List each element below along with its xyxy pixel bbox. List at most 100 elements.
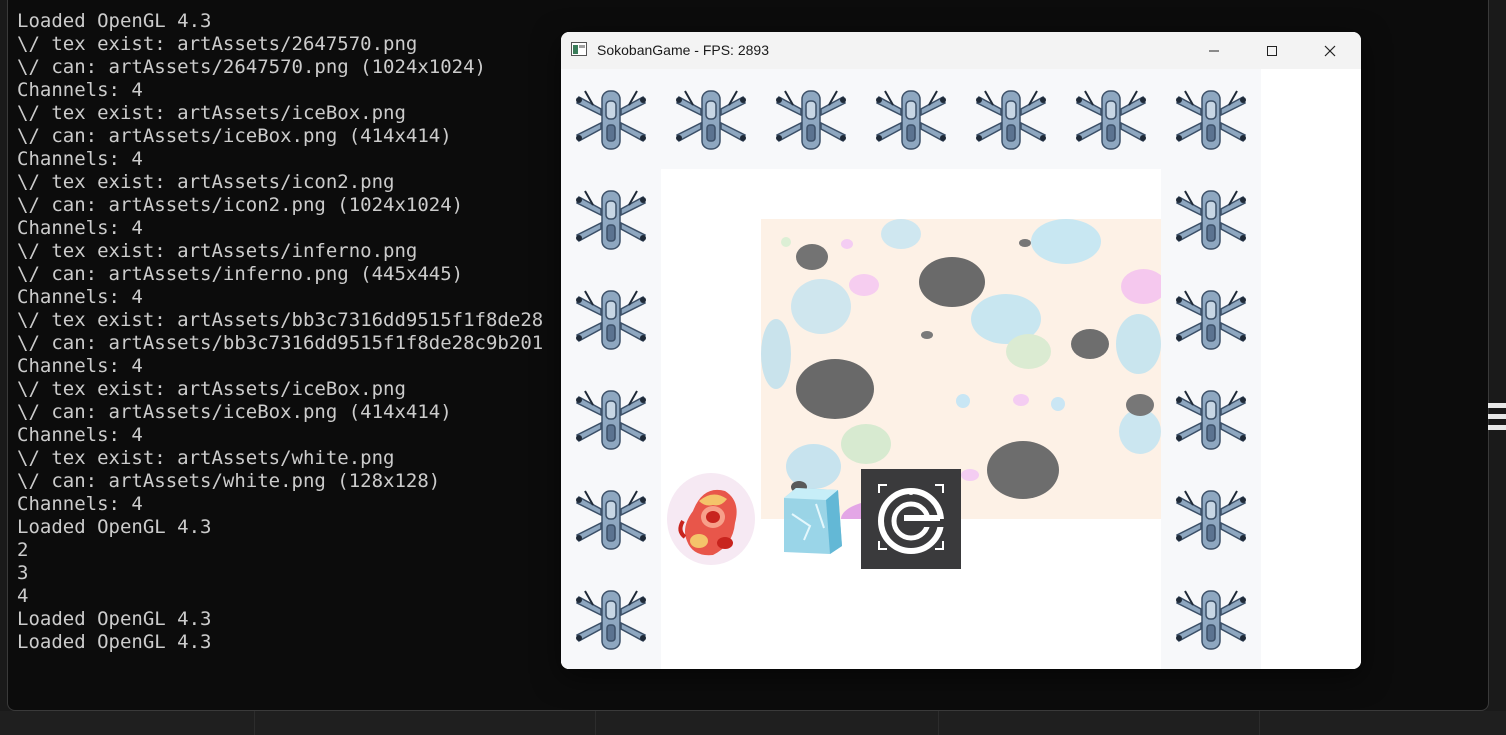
terminal-line: \/ can: artAssets/2647570.png (1024x1024…: [17, 56, 486, 78]
wall-tile: [561, 69, 661, 169]
wall-tile: [561, 369, 661, 469]
spaceship-wall-icon: [1176, 90, 1246, 150]
floor-speckle: [796, 359, 874, 419]
game-viewport[interactable]: [561, 69, 1361, 669]
terminal-line: \/ tex exist: artAssets/bb3c7316dd9515f1…: [17, 309, 544, 331]
terminal-line: Loaded OpenGL 4.3: [17, 516, 212, 538]
floor-speckle: [1019, 239, 1031, 247]
floor-speckle: [1071, 329, 1109, 359]
spaceship-wall-icon: [1176, 490, 1246, 550]
wall-tile: [861, 69, 961, 169]
wall-tile: [1161, 69, 1261, 169]
spaceship-wall-icon: [576, 390, 646, 450]
terminal-line: \/ tex exist: artAssets/inferno.png: [17, 240, 418, 262]
terminal-line: 2: [17, 539, 29, 561]
terminal-line: \/ tex exist: artAssets/iceBox.png: [17, 378, 406, 400]
spaceship-wall-icon: [576, 90, 646, 150]
spaceship-wall-icon: [1176, 590, 1246, 650]
floor-speckle: [987, 441, 1059, 499]
maximize-icon: [1267, 45, 1277, 56]
floor-speckle: [761, 319, 791, 389]
floor-speckle: [1121, 269, 1161, 304]
window-app-icon: [571, 42, 587, 56]
spaceship-wall-icon: [1176, 390, 1246, 450]
terminal-line: \/ can: artAssets/iceBox.png (414x414): [17, 125, 452, 147]
floor-speckle: [849, 274, 879, 296]
spaceship-wall-icon: [1076, 90, 1146, 150]
wall-tile: [561, 169, 661, 269]
floor-speckle: [1126, 394, 1154, 416]
terminal-line: Channels: 4: [17, 217, 143, 239]
floor-speckle: [781, 237, 791, 247]
wall-tile: [961, 69, 1061, 169]
wall-tile: [1161, 369, 1261, 469]
terminal-line: Channels: 4: [17, 355, 143, 377]
background-window-edge: [1488, 403, 1506, 436]
goal-target-icon: [878, 484, 945, 554]
terminal-line: Channels: 4: [17, 424, 143, 446]
terminal-line: Channels: 4: [17, 493, 143, 515]
spaceship-wall-icon: [676, 90, 746, 150]
floor-speckle: [791, 279, 851, 334]
background-strip: [0, 711, 1506, 735]
terminal-line: Loaded OpenGL 4.3: [17, 631, 212, 653]
terminal-line: Channels: 4: [17, 286, 143, 308]
minimize-icon: [1209, 50, 1219, 51]
floor-speckle: [921, 331, 933, 339]
terminal-line: Channels: 4: [17, 148, 143, 170]
window-title: SokobanGame - FPS: 2893: [597, 42, 769, 58]
ice-box: [761, 469, 861, 569]
wall-tile: [661, 69, 761, 169]
terminal-line: 3: [17, 562, 29, 584]
terminal-line: \/ tex exist: artAssets/iceBox.png: [17, 102, 406, 124]
wall-tile: [1061, 69, 1161, 169]
spaceship-wall-icon: [1176, 190, 1246, 250]
spaceship-wall-icon: [976, 90, 1046, 150]
terminal-line: Channels: 4: [17, 79, 143, 101]
close-button[interactable]: [1301, 32, 1359, 69]
wall-tile: [1161, 469, 1261, 569]
terminal-line: Loaded OpenGL 4.3: [17, 608, 212, 630]
terminal-line: \/ tex exist: artAssets/white.png: [17, 447, 395, 469]
minimize-button[interactable]: [1185, 32, 1243, 69]
maximize-button[interactable]: [1243, 32, 1301, 69]
terminal-line: \/ can: artAssets/icon2.png (1024x1024): [17, 194, 464, 216]
floor-speckle: [1116, 314, 1161, 374]
wall-tile: [1161, 269, 1261, 369]
floor-speckle: [1051, 397, 1065, 411]
terminal-line: \/ can: artAssets/white.png (128x128): [17, 470, 441, 492]
wall-tile: [561, 269, 661, 369]
floor-speckle: [1013, 394, 1029, 406]
player: [661, 469, 761, 569]
floor-speckle: [1006, 334, 1051, 369]
terminal-line: \/ tex exist: artAssets/2647570.png: [17, 33, 418, 55]
spaceship-wall-icon: [576, 590, 646, 650]
floor-speckle: [796, 244, 828, 270]
spaceship-wall-icon: [576, 290, 646, 350]
terminal-line: \/ tex exist: artAssets/icon2.png: [17, 171, 395, 193]
terminal-output: Loaded OpenGL 4.3 \/ tex exist: artAssets…: [17, 10, 543, 654]
terminal-line: 4: [17, 585, 29, 607]
wall-tile: [1161, 569, 1261, 669]
spaceship-wall-icon: [776, 90, 846, 150]
floor-speckle: [881, 219, 921, 249]
goal-target: [861, 469, 961, 569]
close-icon: [1324, 45, 1336, 56]
terminal-line: \/ can: artAssets/inferno.png (445x445): [17, 263, 464, 285]
terminal-line: Loaded OpenGL 4.3: [17, 10, 212, 32]
floor-speckle: [1031, 219, 1101, 264]
floor-speckle: [956, 394, 970, 408]
floor-speckle: [961, 469, 979, 481]
inferno-player-icon: [667, 473, 755, 565]
game-window[interactable]: SokobanGame - FPS: 2893: [561, 32, 1361, 669]
spaceship-wall-icon: [576, 190, 646, 250]
wall-tile: [561, 569, 661, 669]
ice-box-icon: [784, 488, 842, 554]
title-bar[interactable]: SokobanGame - FPS: 2893: [561, 32, 1361, 69]
floor-speckle: [841, 424, 891, 464]
terminal-line: \/ can: artAssets/bb3c7316dd9515f1f8de28…: [17, 332, 544, 354]
wall-tile: [1161, 169, 1261, 269]
floor-speckle: [919, 257, 985, 307]
floor-speckle: [841, 239, 853, 249]
terminal-line: \/ can: artAssets/iceBox.png (414x414): [17, 401, 452, 423]
